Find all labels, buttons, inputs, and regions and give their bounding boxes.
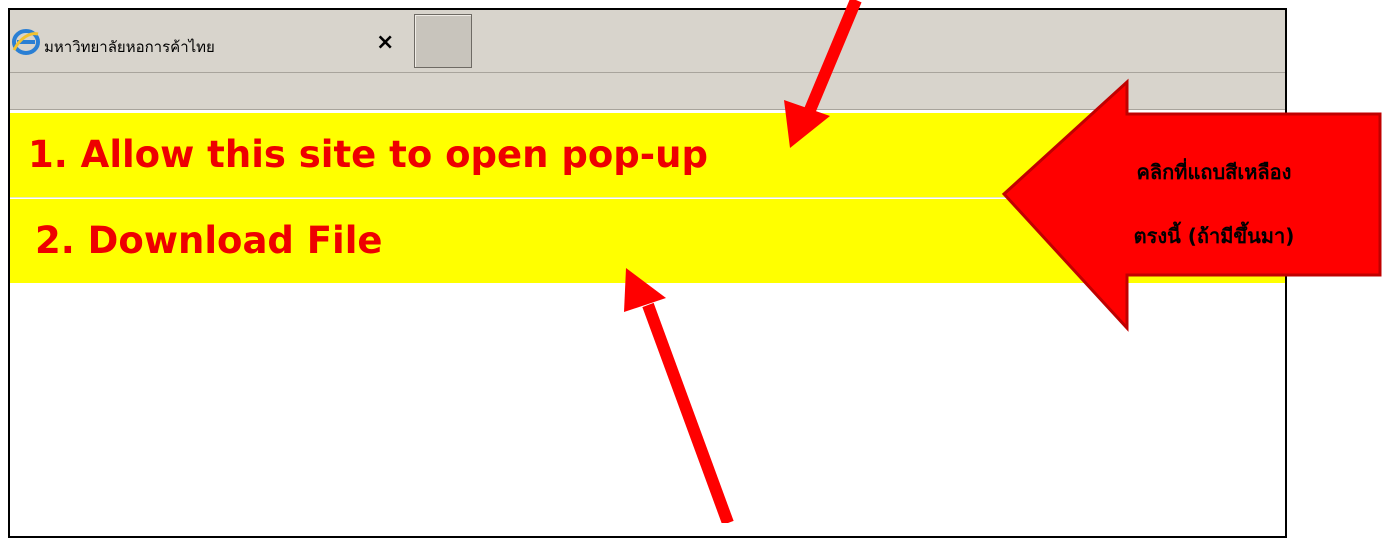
callout-line-2: ตรงนี้ (ถ้ามีขึ้นมา) [1133,224,1295,248]
callout-line-1: คลิกที่แถบสีเหลือง [1136,160,1292,184]
arrow-bottom-icon [624,268,734,523]
arrow-top-icon [784,0,862,148]
callout-text: คลิกที่แถบสีเหลือง ตรงนี้ (ถ้ามีขึ้นมา) [1094,140,1334,268]
